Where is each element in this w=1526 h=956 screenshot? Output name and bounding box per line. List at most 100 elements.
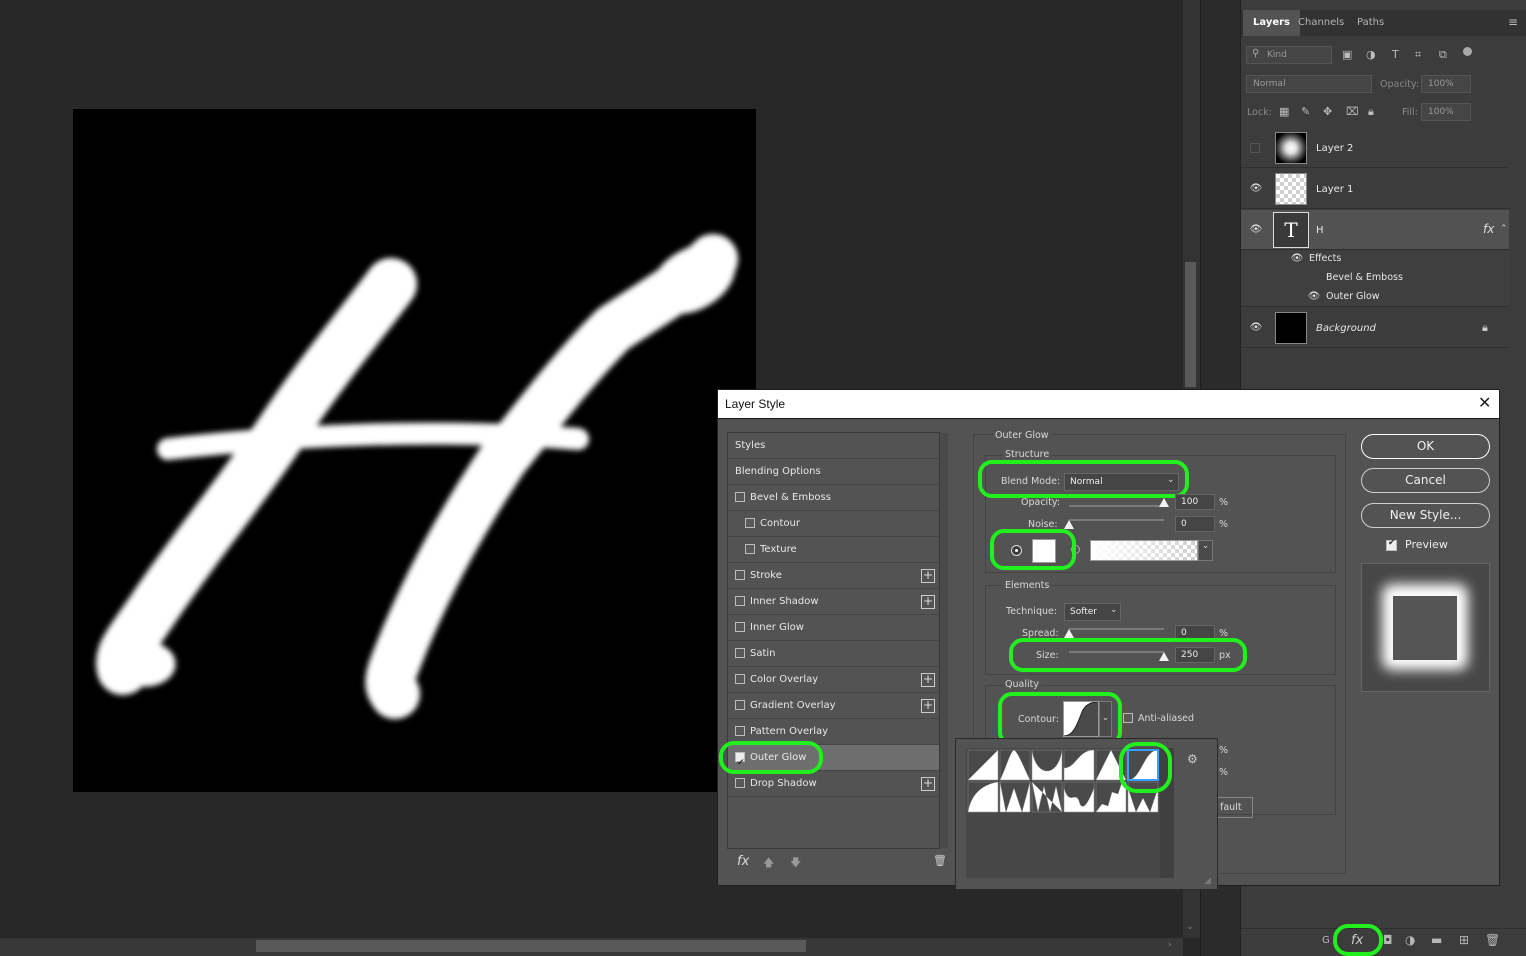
checkbox[interactable] (735, 492, 745, 502)
filter-shape-icon[interactable]: ⌗ (1415, 48, 1421, 62)
lock-image-icon[interactable]: ✎ (1301, 105, 1310, 118)
layer-name[interactable]: Layer 1 (1316, 184, 1353, 195)
checkbox[interactable] (735, 674, 745, 684)
add-inner-shadow-icon[interactable]: + (921, 595, 935, 609)
add-stroke-icon[interactable]: + (921, 569, 935, 583)
filter-type-icon[interactable]: T (1392, 48, 1399, 61)
vertical-scroll-thumb[interactable] (1185, 262, 1196, 387)
opacity-input[interactable]: 100 (1175, 494, 1215, 510)
style-item-texture[interactable]: Texture (728, 537, 939, 563)
noise-slider-track[interactable] (1069, 519, 1164, 521)
preview-checkbox[interactable]: ✔ (1386, 538, 1397, 551)
fx-badge-icon[interactable]: fx (1483, 222, 1494, 236)
add-drop-shadow-icon[interactable]: + (921, 777, 935, 791)
spread-slider-track[interactable] (1069, 628, 1164, 630)
lock-label: Lock: (1247, 107, 1272, 118)
noise-slider-knob[interactable] (1064, 520, 1074, 529)
fill-field[interactable]: 100% (1421, 103, 1471, 121)
checkbox[interactable] (735, 648, 745, 658)
ok-button[interactable]: OK (1361, 434, 1490, 459)
visibility-eye-icon[interactable]: 👁︎ (1249, 224, 1263, 235)
anti-aliased-checkbox[interactable] (1123, 713, 1133, 723)
lock-transparent-icon[interactable]: ▦ (1279, 105, 1289, 118)
scroll-down-icon[interactable]: ⌄ (1186, 922, 1194, 932)
visibility-eye-icon[interactable]: 👁︎ (1249, 322, 1263, 333)
style-item-gradient-overlay[interactable]: Gradient Overlay (728, 693, 939, 719)
visibility-eye-icon[interactable]: 👁︎ (1249, 183, 1263, 194)
move-down-icon[interactable]: 🡇 (790, 854, 801, 873)
delete-layer-trash-icon[interactable]: 🗑︎ (1485, 933, 1500, 947)
checkbox[interactable] (745, 544, 755, 554)
add-gradient-overlay-icon[interactable]: + (921, 699, 935, 713)
tab-paths[interactable]: Paths (1347, 10, 1394, 36)
layer-name[interactable]: H (1316, 225, 1324, 236)
visibility-off-box[interactable] (1250, 143, 1260, 153)
effect-outer-glow[interactable]: Outer Glow (1326, 291, 1380, 302)
opacity-field[interactable]: 100% (1421, 75, 1471, 93)
style-item-bevel-emboss[interactable]: Bevel & Emboss (728, 485, 939, 511)
gradient-swatch[interactable] (1090, 540, 1198, 561)
filter-smartobject-icon[interactable]: ⧉ (1439, 48, 1447, 62)
layer-name[interactable]: Layer 2 (1316, 143, 1353, 154)
move-up-icon[interactable]: 🡅 (763, 854, 774, 873)
checkbox[interactable] (735, 778, 745, 788)
style-item-satin[interactable]: Satin (728, 641, 939, 667)
effect-bevel-emboss[interactable]: Bevel & Emboss (1326, 272, 1403, 283)
lock-position-icon[interactable]: ✥ (1323, 105, 1332, 118)
style-item-inner-shadow[interactable]: Inner Shadow (728, 589, 939, 615)
link-layers-partial[interactable]: G (1322, 935, 1330, 946)
layer-blend-mode-select[interactable]: Normal (1246, 75, 1372, 93)
add-color-overlay-icon[interactable]: + (921, 673, 935, 687)
new-style-button[interactable]: New Style... (1361, 503, 1490, 528)
styles-list-scrollbar[interactable] (940, 433, 948, 848)
checkbox[interactable] (735, 596, 745, 606)
gear-icon[interactable]: ⚙ (1187, 752, 1198, 766)
filter-adjustment-icon[interactable]: ◑ (1366, 48, 1376, 61)
checkbox[interactable] (735, 622, 745, 632)
filter-pixel-icon[interactable]: ▣ (1342, 48, 1352, 61)
cancel-button[interactable]: Cancel (1361, 468, 1490, 493)
checkbox[interactable] (735, 570, 745, 580)
close-icon[interactable]: ✕ (1478, 393, 1491, 412)
blending-options-item[interactable]: Blending Options (728, 459, 939, 485)
styles-header[interactable]: Styles (728, 433, 939, 459)
new-group-folder-icon[interactable]: ▬ (1431, 933, 1442, 947)
opacity-slider-track[interactable] (1069, 505, 1164, 507)
opacity-slider-knob[interactable] (1159, 498, 1169, 507)
visibility-eye-icon[interactable]: 👁︎ (1290, 253, 1304, 264)
dialog-titlebar[interactable] (717, 389, 1500, 419)
filter-toggle-icon[interactable] (1463, 47, 1472, 56)
checkbox[interactable] (745, 518, 755, 528)
new-adjustment-icon[interactable]: ◑ (1405, 933, 1415, 947)
style-item-label: Stroke (750, 570, 782, 581)
lock-artboard-icon[interactable]: ⌧ (1346, 105, 1359, 118)
style-item-drop-shadow[interactable]: Drop Shadow (728, 771, 939, 797)
visibility-eye-icon[interactable]: 👁︎ (1307, 291, 1321, 302)
lock-all-icon[interactable]: 🔒︎ (1368, 105, 1374, 119)
percent-unit: % (1219, 497, 1229, 508)
horizontal-scroll-thumb[interactable] (256, 940, 806, 952)
resize-grip-icon[interactable]: ◢ (1204, 876, 1211, 886)
scroll-right-icon[interactable]: › (1168, 940, 1172, 950)
layer-thumbnail (1275, 312, 1307, 344)
spread-slider-knob[interactable] (1064, 629, 1074, 638)
layer-name[interactable]: Background (1316, 323, 1376, 334)
collapse-effects-icon[interactable]: ⌃ (1500, 224, 1508, 234)
delete-effect-trash-icon[interactable]: 🗑︎ (933, 854, 947, 867)
checkbox[interactable] (735, 726, 745, 736)
document-artboard[interactable] (73, 109, 756, 792)
checkbox[interactable] (735, 700, 745, 710)
style-item-color-overlay[interactable]: Color Overlay (728, 667, 939, 693)
add-mask-icon[interactable]: ◘ (1383, 933, 1393, 947)
gradient-picker-chevron-icon[interactable]: ⌄ (1198, 540, 1213, 561)
style-item-inner-glow[interactable]: Inner Glow (728, 615, 939, 641)
reset-default-button-partial[interactable]: fault (1218, 797, 1253, 818)
tab-channels[interactable]: Channels (1288, 10, 1354, 36)
style-item-stroke[interactable]: Stroke (728, 563, 939, 589)
fx-menu-icon[interactable]: fx (737, 854, 749, 869)
noise-input[interactable]: 0 (1175, 516, 1215, 532)
effects-label[interactable]: Effects (1309, 253, 1341, 264)
style-item-contour[interactable]: Contour (728, 511, 939, 537)
panel-menu-icon[interactable]: ≡ (1508, 15, 1518, 29)
new-layer-icon[interactable]: ⊞ (1459, 933, 1469, 947)
